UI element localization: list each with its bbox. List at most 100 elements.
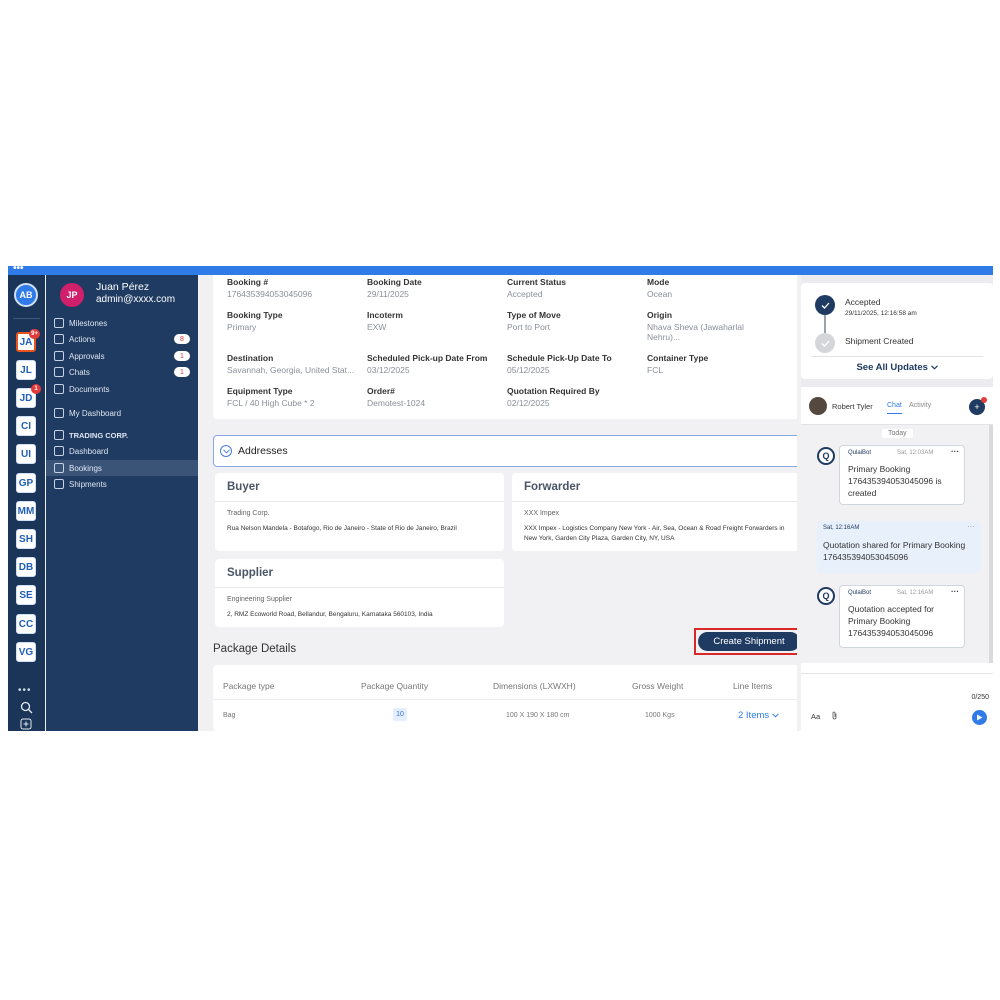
workspace-jl[interactable]: JL [16,360,36,380]
message-sender: QulaiBot [848,590,872,596]
buyer-address: Rua Nelson Mandela - Botafogo, Rio de Ja… [227,525,457,532]
search-icon[interactable] [19,701,33,715]
more-workspaces-icon[interactable]: ••• [18,685,32,696]
workspace-label: GP [18,477,34,489]
tab-activity[interactable]: Activity [909,402,931,409]
message-menu-icon[interactable]: ··· [951,587,959,596]
field-booking-number: Booking # 176435394053045096 [227,277,363,299]
package-type-cell: Bag [223,712,236,719]
sidebar-item-label: Documents [69,384,110,394]
chat-header: Robert Tyler Chat Activity + [801,387,993,425]
line-items-dropdown[interactable]: 2 Items [738,710,779,721]
workspace-rail: AB JA 9+ JL JD 1 CI UI GP MM SH DB SE CC V… [8,275,45,731]
rail-divider [13,318,40,319]
account-avatar[interactable]: AB [14,283,38,307]
create-shipment-highlight: Create Shipment [694,628,797,655]
field-container-type: Container Type FCL [647,353,783,375]
actions-icon [54,334,64,344]
field-label: Type of Move [507,310,561,320]
character-counter: 0/250 [971,694,989,701]
field-value: Port to Port [507,322,550,332]
field-value: 176435394053045096 [227,289,313,299]
add-participant-icon[interactable]: + [969,397,987,415]
package-details-title: Package Details [213,643,297,655]
addresses-accordion[interactable]: Addresses [213,435,797,467]
gross-weight-cell: 1000 Kgs [645,712,675,719]
column-header: Gross Weight [632,681,684,691]
forwarder-address: XXX Impex - Logistics Company New York -… [524,525,785,542]
chat-messages: Today Q QulaiBot Sat, 12:03AM ··· Primar… [801,425,993,663]
workspace-label: CC [18,618,34,630]
chat-scrollbar[interactable] [989,425,993,663]
sidebar-item-label: Shipments [69,479,107,489]
sidebar-item-bookings[interactable]: Bookings [46,460,198,476]
tab-chat[interactable]: Chat [887,402,902,414]
sidebar-item-actions[interactable]: Actions 8 [46,331,198,347]
chat-message: QulaiBot Sat, 12:03AM ··· Primary Bookin… [839,445,965,505]
workspace-badge: 1 [31,384,41,394]
field-mode: Mode Ocean [647,277,783,299]
send-icon[interactable] [972,710,987,725]
field-value: Nhava Sheva (Jawaharlal Nehru)... [647,322,744,342]
field-pickup-to: Schedule Pick-Up Date To 05/12/2025 [507,353,643,375]
message-sender: QulaiBot [848,450,872,456]
add-icon[interactable] [19,718,33,731]
chats-icon [54,367,64,377]
sidebar-item-dashboard[interactable]: Dashboard [46,443,198,459]
bot-icon: Q [817,447,835,465]
field-label: Scheduled Pick-up Date From [367,353,488,363]
bookings-icon [54,463,64,473]
workspace-sh[interactable]: SH [16,529,36,549]
attachment-icon[interactable] [831,711,838,722]
message-composer[interactable]: 0/250 Aa [801,673,993,731]
field-label: Quotation Required By [507,386,600,396]
sidebar-item-my-dashboard[interactable]: My Dashboard [46,405,198,421]
sidebar-item-documents[interactable]: Documents [46,381,198,397]
sidebar-item-label: Approvals [69,351,105,361]
window-menu-icon[interactable]: ••• [13,266,24,275]
message-menu-icon[interactable]: ··· [951,447,959,456]
workspace-mm[interactable]: MM [16,501,36,521]
field-label: Mode [647,277,670,287]
field-booking-type: Booking Type Primary [227,310,363,332]
sidebar-org-header[interactable]: TRADING CORP. [46,427,198,443]
field-label: Booking Date [367,277,422,287]
workspace-db[interactable]: DB [16,557,36,577]
sidebar-item-shipments[interactable]: Shipments [46,476,198,492]
field-label: Booking Type [227,310,283,320]
sidebar-item-milestones[interactable]: Milestones [46,315,198,331]
chat-message: QulaiBot Sat, 12:16AM ··· Quotation acce… [839,585,965,648]
sidebar-item-chats[interactable]: Chats 1 [46,364,198,380]
building-icon [54,430,64,440]
field-label: Destination [227,353,274,363]
field-value: 29/11/2025 [367,289,409,299]
see-all-label: See All Updates [856,362,928,373]
workspace-label: MM [17,505,35,517]
field-value: Savannah, Georgia, United Stat... [227,365,355,375]
package-table: Package type Package Quantity Dimensions… [213,665,797,731]
workspace-ui[interactable]: UI [16,444,36,464]
message-menu-icon[interactable]: ··· [967,522,975,531]
main-content: Booking # 176435394053045096 Booking Date… [205,275,797,731]
column-header: Line Items [733,681,773,691]
field-label: Origin [647,310,673,320]
text-format-button[interactable]: Aa [811,712,820,721]
window-topbar: ••• [8,266,993,275]
workspace-vg[interactable]: VG [16,642,36,662]
workspace-ja[interactable]: JA 9+ [16,329,40,352]
see-all-updates-link[interactable]: See All Updates [801,362,993,373]
create-shipment-button[interactable]: Create Shipment [698,632,797,651]
sidebar-item-label: My Dashboard [69,408,122,418]
sidebar-item-label: TRADING CORP. [69,430,129,440]
field-label: Schedule Pick-Up Date To [507,353,612,363]
field-current-status: Current Status Accepted [507,277,643,299]
workspace-gp[interactable]: GP [16,473,36,493]
supplier-card: Supplier Engineering Supplier 2, RMZ Eco… [215,559,504,627]
workspace-label: DB [18,561,34,573]
right-panel: Accepted 29/11/2025, 12:16:58 am Shipmen… [801,275,993,731]
workspace-ci[interactable]: CI [16,416,36,436]
workspace-cc[interactable]: CC [16,614,36,634]
workspace-se[interactable]: SE [16,585,36,605]
workspace-jd[interactable]: JD 1 [16,384,41,408]
sidebar-item-approvals[interactable]: Approvals 1 [46,348,198,364]
